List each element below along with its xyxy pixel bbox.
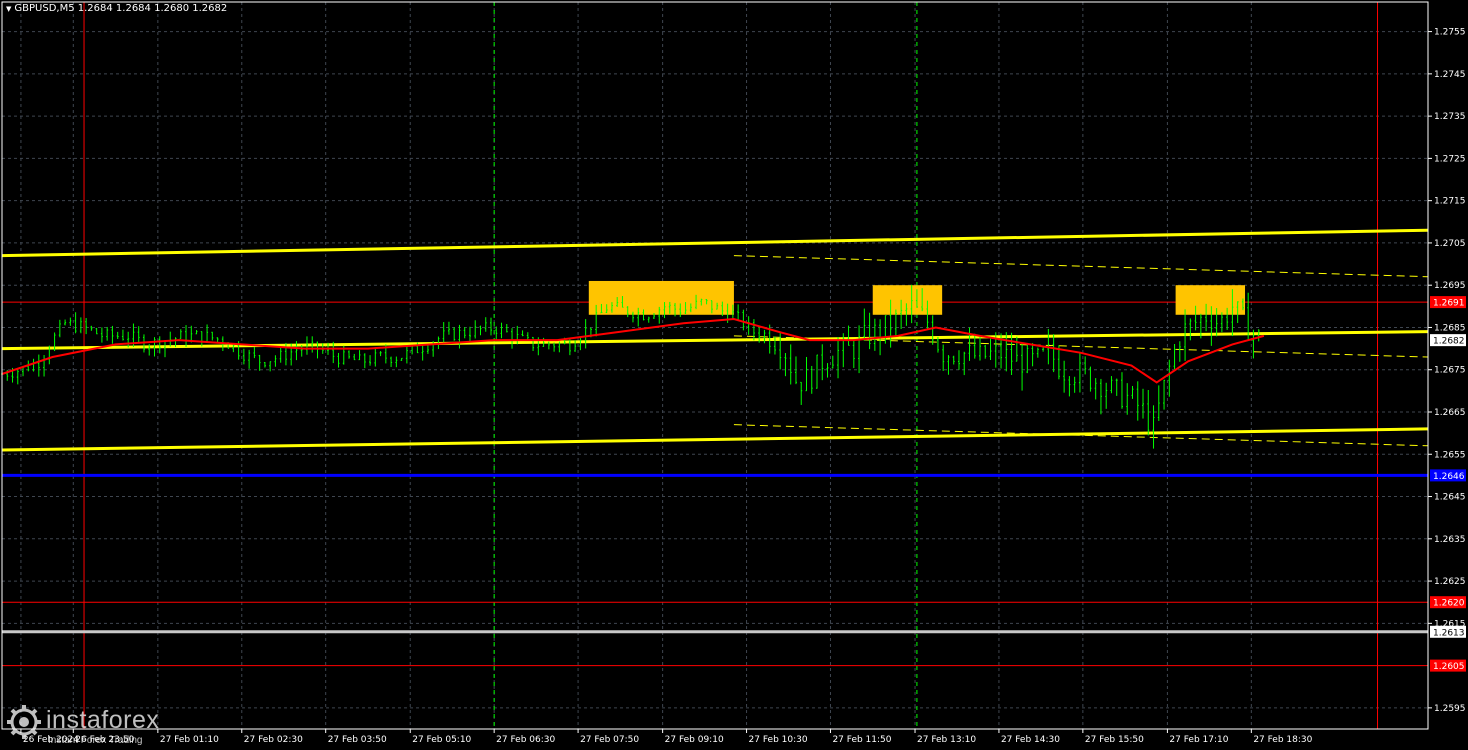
y-tick-label: 1.2705 (1434, 239, 1466, 249)
chart-header: ▼ GBPUSD,M5 1.2684 1.2684 1.2680 1.2682 (6, 3, 227, 14)
x-tick-label: 27 Feb 10:30 (749, 735, 808, 745)
x-tick-label: 27 Feb 05:10 (412, 735, 471, 745)
y-tick-label: 1.2745 (1434, 70, 1466, 80)
symbol-info: GBPUSD,M5 1.2684 1.2684 1.2680 1.2682 (14, 3, 228, 14)
x-tick-label: 27 Feb 13:10 (917, 735, 976, 745)
x-tick-label: 27 Feb 14:30 (1001, 735, 1060, 745)
x-tick-label: 27 Feb 18:30 (1253, 735, 1312, 745)
x-tick-label: 27 Feb 02:30 (244, 735, 303, 745)
gear-logo-icon (7, 705, 41, 739)
price-badge-label: 1.2605 (1433, 662, 1465, 672)
price-badge-label: 1.2682 (1433, 337, 1465, 347)
x-tick-label: 27 Feb 07:50 (580, 735, 639, 745)
x-tick-label: 27 Feb 03:50 (328, 735, 387, 745)
y-tick-label: 1.2645 (1434, 493, 1466, 503)
y-tick-label: 1.2635 (1434, 535, 1466, 545)
x-tick-label: 27 Feb 15:50 (1085, 735, 1144, 745)
logo-slogan: Instant Forex Trading (48, 735, 143, 746)
x-tick-label: 27 Feb 01:10 (160, 735, 219, 745)
logo-brand: instaforex (46, 706, 160, 734)
x-tick-label: 27 Feb 17:10 (1169, 735, 1228, 745)
y-tick-label: 1.2685 (1434, 323, 1466, 333)
y-tick-label: 1.2625 (1434, 577, 1466, 587)
price-badge-label: 1.2646 (1433, 472, 1465, 482)
y-tick-label: 1.2735 (1434, 112, 1466, 122)
price-badge-label: 1.2620 (1433, 599, 1465, 609)
y-tick-label: 1.2655 (1434, 450, 1466, 460)
price-badge-label: 1.2613 (1433, 628, 1465, 638)
x-tick-label: 27 Feb 09:10 (665, 735, 724, 745)
price-chart[interactable]: 1.2755 1.2745 1.2735 1.2725 1.2715 1.2705 1.26… (0, 0, 1468, 750)
price-badge-label: 1.2691 (1433, 299, 1465, 309)
y-tick-label: 1.2665 (1434, 408, 1466, 418)
dropdown-arrow-icon[interactable]: ▼ (6, 5, 11, 13)
y-tick-label: 1.2695 (1434, 281, 1466, 291)
signal-zone (1175, 285, 1246, 315)
chart-background (0, 0, 1468, 750)
y-tick-label: 1.2675 (1434, 366, 1466, 376)
y-tick-label: 1.2595 (1434, 704, 1466, 714)
broker-logo: instaforex Instant Forex Trading (6, 704, 159, 746)
signal-zone (872, 285, 943, 315)
x-tick-label: 27 Feb 11:50 (832, 735, 891, 745)
y-tick-label: 1.2755 (1434, 28, 1466, 38)
y-tick-label: 1.2715 (1434, 197, 1466, 207)
y-tick-label: 1.2725 (1434, 154, 1466, 164)
x-tick-label: 27 Feb 06:30 (496, 735, 555, 745)
